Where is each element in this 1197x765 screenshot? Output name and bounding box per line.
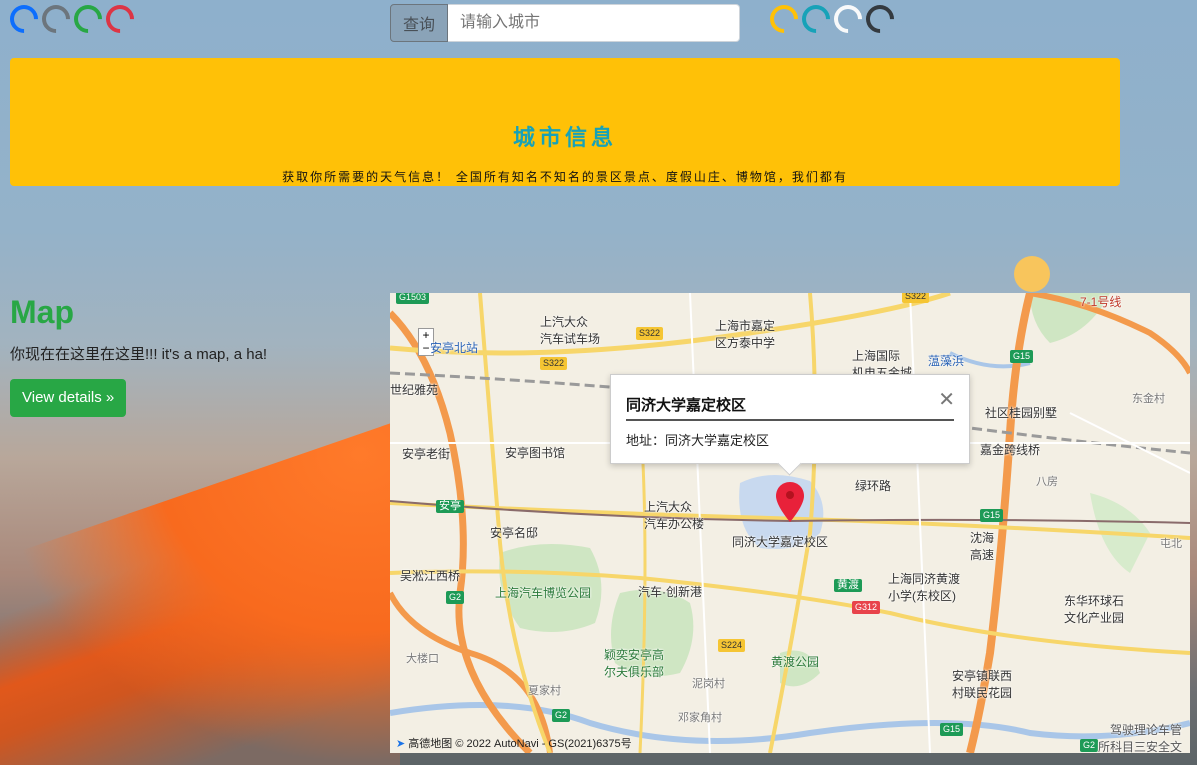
- road-tag: G15: [940, 723, 964, 736]
- spinner-teal: [796, 0, 836, 39]
- sun-decoration: [1014, 256, 1050, 292]
- poi-label[interactable]: 世纪雅苑: [390, 381, 438, 398]
- poi-label[interactable]: 大楼口: [406, 650, 439, 666]
- navigation-arrow-icon: ➤: [396, 738, 406, 750]
- info-window: 同济大学嘉定校区 ✕ 地址：同济大学嘉定校区: [610, 374, 970, 476]
- close-icon[interactable]: ✕: [938, 387, 955, 412]
- poi-label[interactable]: 驾驶理论车管 所科目三安全文: [1098, 721, 1182, 753]
- poi-label[interactable]: 屯北: [1160, 535, 1182, 551]
- poi-label[interactable]: 夏家村: [528, 682, 561, 698]
- map-roads: [390, 293, 1190, 753]
- poi-label[interactable]: 蕰藻浜: [928, 352, 964, 369]
- poi-label[interactable]: 安亭图书馆: [505, 444, 565, 461]
- info-window-divider: [626, 419, 954, 421]
- poi-label[interactable]: 安亭老街: [402, 445, 450, 462]
- poi-label[interactable]: 安亭北站: [430, 339, 478, 356]
- poi-label[interactable]: 八房: [1036, 473, 1058, 489]
- road-tag: G312: [852, 601, 881, 614]
- poi-label[interactable]: 东金村: [1132, 390, 1165, 406]
- road-tag: S322: [902, 293, 930, 303]
- poi-label[interactable]: 上海同济黄渡 小学(东校区): [888, 570, 960, 604]
- road-tag: G2: [552, 709, 571, 722]
- search-bar: 查询: [390, 4, 741, 42]
- poi-label[interactable]: 东华环球石 文化产业园: [1064, 592, 1124, 626]
- poi-label[interactable]: 汽车·创新港: [638, 583, 702, 600]
- spinner-green: [68, 0, 108, 39]
- poi-label[interactable]: 上汽大众 汽车试车场: [540, 313, 600, 347]
- poi-label[interactable]: 绿环路: [855, 477, 891, 494]
- road-tag: 7-1号线: [1080, 295, 1122, 309]
- view-details-button[interactable]: View details »: [10, 379, 127, 417]
- poi-label[interactable]: 上海汽车博览公园: [495, 584, 591, 601]
- road-tag: S322: [540, 357, 568, 370]
- poi-label[interactable]: 安亭名邸: [490, 524, 538, 541]
- poi-label[interactable]: 上汽大众 汽车办公楼: [644, 498, 704, 532]
- spinner-group-left: [4, 0, 140, 39]
- map-description: 你现在在这里在这里!!! it's a map, a ha!: [10, 346, 268, 363]
- poi-label[interactable]: 嘉金跨线桥: [980, 441, 1040, 458]
- spinner-red: [100, 0, 140, 39]
- road-tag: G1503: [396, 293, 430, 304]
- map-heading: Map: [10, 294, 74, 330]
- road-tag: G2: [1080, 739, 1099, 752]
- location-pin-icon[interactable]: [776, 482, 804, 522]
- road-tag: G15: [1010, 350, 1034, 363]
- city-info-banner: 城市信息 获取你所需要的天气信息！ 全国所有知名不知名的景区景点、度假山庄、博物…: [10, 58, 1120, 186]
- spinner-gray: [36, 0, 76, 39]
- road-tag: S224: [718, 639, 746, 652]
- poi-label[interactable]: 邓家角村: [678, 709, 722, 725]
- poi-label[interactable]: 上海市嘉定 区方泰中学: [715, 317, 775, 351]
- road-tag: G15: [980, 509, 1004, 522]
- road-tag: S322: [636, 327, 664, 340]
- map-canvas[interactable]: + − G1503 S322 S322 S322 G15 G15 G15 G2 …: [390, 293, 1190, 753]
- info-window-address: 地址：同济大学嘉定校区: [626, 433, 770, 448]
- spinner-yellow: [764, 0, 804, 39]
- poi-label[interactable]: 社区桂园别墅: [985, 404, 1057, 421]
- sunset-background: [0, 420, 400, 765]
- poi-label[interactable]: 安亭镇联西 村联民花园: [952, 667, 1012, 701]
- map-attribution: ➤ 高德地图 © 2022 AutoNavi - GS(2021)6375号: [396, 738, 632, 750]
- search-button[interactable]: 查询: [390, 4, 449, 42]
- poi-label[interactable]: 沈海 高速: [970, 529, 994, 563]
- banner-title: 城市信息: [512, 125, 617, 151]
- poi-label[interactable]: 同济大学嘉定校区: [732, 533, 828, 550]
- poi-label[interactable]: 颖奕安亭高 尔夫俱乐部: [604, 646, 664, 680]
- spinner-dark: [860, 0, 900, 39]
- banner-subtitle: 获取你所需要的天气信息！ 全国所有知名不知名的景区景点、度假山庄、博物馆，我们都…: [282, 170, 848, 184]
- road-tag: G2: [446, 591, 465, 604]
- spinner-blue: [4, 0, 44, 39]
- poi-label[interactable]: 吴淞江西桥: [400, 567, 460, 584]
- station-tag[interactable]: 安亭: [436, 500, 464, 513]
- city-search-input[interactable]: [448, 4, 741, 42]
- poi-label[interactable]: 黄渡公园: [771, 653, 819, 670]
- spinner-group-right: [764, 0, 900, 39]
- station-tag[interactable]: 黄渡: [834, 579, 862, 592]
- info-window-title: 同济大学嘉定校区: [626, 397, 747, 414]
- spinner-light: [828, 0, 868, 39]
- poi-label[interactable]: 泥岗村: [692, 675, 725, 691]
